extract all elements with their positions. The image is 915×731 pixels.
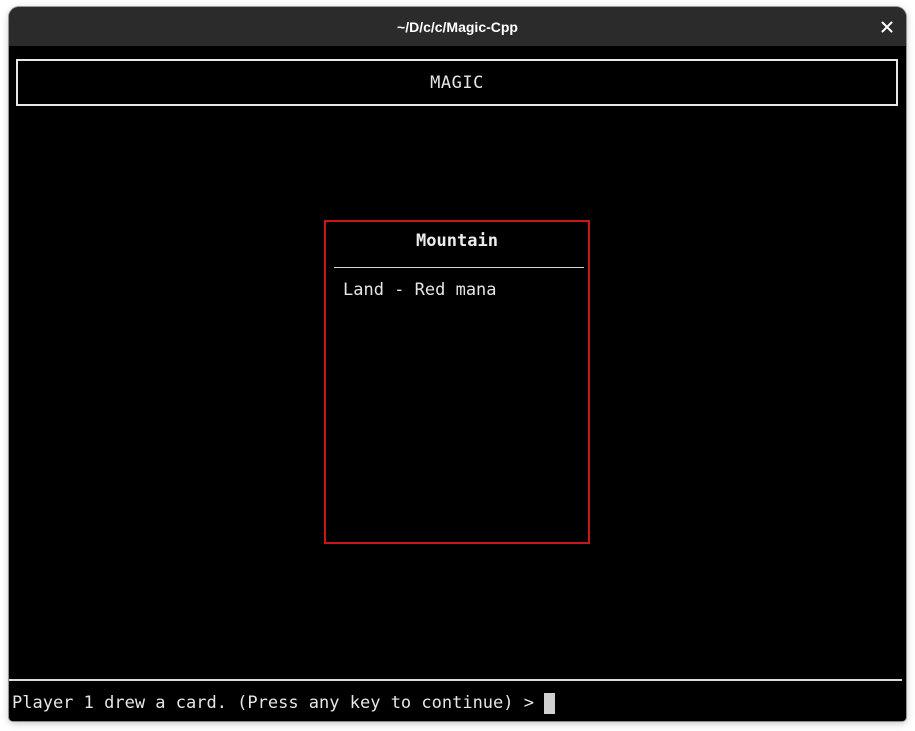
- game-header-box: MAGIC: [16, 59, 898, 106]
- card-divider: [334, 267, 584, 268]
- title-bar[interactable]: ~/D/c/c/Magic-Cpp: [9, 7, 906, 46]
- terminal-window: ~/D/c/c/Magic-Cpp MAGIC Mountain Land - …: [9, 7, 906, 721]
- prompt-line: Player 1 drew a card. (Press any key to …: [12, 691, 555, 715]
- window-title: ~/D/c/c/Magic-Cpp: [397, 18, 518, 35]
- game-header-title: MAGIC: [430, 72, 484, 93]
- prompt-text: Player 1 drew a card. (Press any key to …: [12, 693, 534, 713]
- text-cursor: [543, 692, 555, 714]
- card-name: Mountain: [416, 231, 498, 251]
- close-icon: [881, 21, 893, 33]
- close-button[interactable]: [876, 16, 898, 38]
- terminal-area[interactable]: MAGIC Mountain Land - Red mana Player 1 …: [9, 46, 906, 721]
- status-divider: [9, 679, 902, 681]
- card-frame: Mountain Land - Red mana: [324, 220, 590, 544]
- card-type-line: Land - Red mana: [343, 280, 497, 300]
